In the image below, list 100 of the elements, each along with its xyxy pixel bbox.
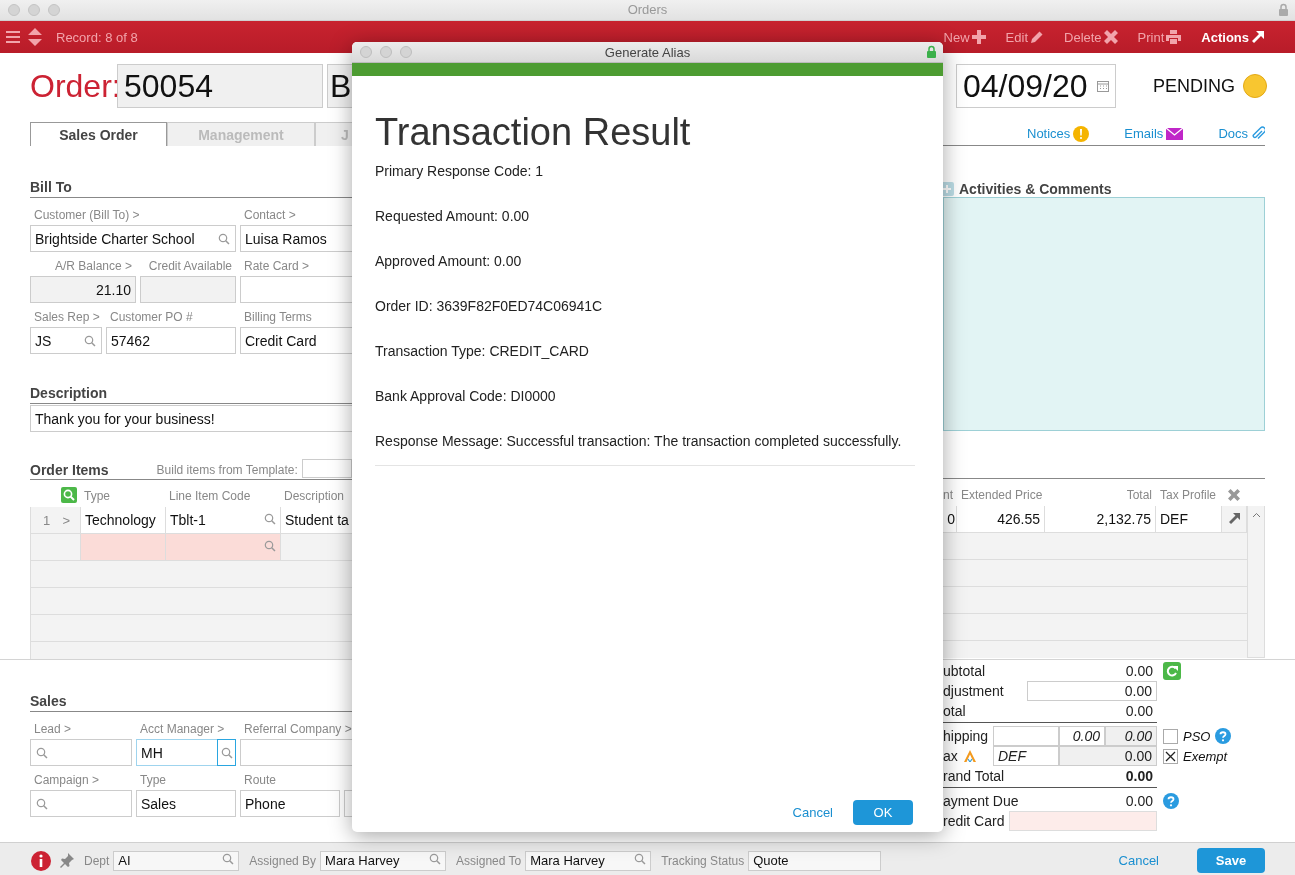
text-field[interactable]: Phone	[240, 790, 340, 817]
text-field[interactable]: MH	[136, 739, 236, 766]
total-label: djustment	[943, 683, 1005, 699]
chevron-up-icon[interactable]	[1251, 512, 1261, 518]
cancel-link[interactable]: Cancel	[792, 805, 833, 820]
tax-profile-field[interactable]: DEF	[993, 746, 1059, 766]
search-icon[interactable]	[35, 796, 49, 811]
table-cell: Student ta	[281, 507, 352, 533]
calendar-icon[interactable]	[1097, 80, 1109, 92]
text-field[interactable]	[30, 739, 132, 766]
checkbox[interactable]	[1163, 748, 1178, 764]
pin-icon[interactable]	[59, 853, 74, 868]
field-label: A/R Balance >	[53, 259, 133, 273]
template-field[interactable]	[301, 458, 352, 478]
text-field[interactable]: Credit Card	[240, 327, 352, 354]
window-title: Orders	[627, 2, 668, 17]
text-field[interactable]: 21.10	[30, 276, 136, 303]
result-line: Primary Response Code: 1	[375, 163, 544, 179]
checkbox[interactable]	[1163, 728, 1178, 744]
text-field[interactable]: Sales	[136, 790, 236, 817]
arrow-icon[interactable]	[1228, 513, 1240, 525]
column-header: Tax Profile	[1159, 488, 1218, 502]
text-field[interactable]: Brightside Charter School	[30, 225, 236, 252]
credit-card-field[interactable]	[1009, 811, 1157, 831]
table-cell[interactable]	[166, 534, 281, 560]
menu-icon[interactable]	[6, 31, 20, 43]
order-number-field[interactable]: 50054	[117, 64, 323, 108]
field-label: Referral Company >	[243, 722, 352, 736]
text-field[interactable]: Luisa Ramos	[240, 225, 352, 252]
status-dot	[1243, 74, 1267, 98]
tab[interactable]: Sales Order	[30, 122, 167, 146]
field-label: Dept	[84, 853, 110, 868]
arrow-icon	[1251, 30, 1265, 44]
total-label: redit Card	[943, 813, 1006, 829]
x-icon[interactable]	[1228, 489, 1240, 501]
text-field[interactable]	[30, 790, 132, 817]
result-line: Bank Approval Code: DI0000	[375, 388, 556, 404]
result-line: Requested Amount: 0.00	[375, 208, 530, 224]
info-icon[interactable]	[31, 850, 51, 871]
minimize-button[interactable]	[380, 46, 392, 58]
docs-link[interactable]: Docs	[1218, 126, 1265, 141]
close-button[interactable]	[360, 46, 372, 58]
section-heading: Description	[30, 385, 352, 404]
adjustment-field[interactable]: 0.00	[1027, 681, 1157, 701]
shipping-field[interactable]: 0.00	[1059, 726, 1105, 746]
close-button[interactable]	[8, 4, 20, 16]
field-label: Campaign >	[33, 773, 101, 787]
field-label: Acct Manager >	[139, 722, 226, 736]
notices-link[interactable]: Notices	[1027, 125, 1090, 142]
column-header: Extended Price	[960, 488, 1044, 502]
emails-link[interactable]: Emails	[1124, 126, 1184, 141]
search-icon[interactable]	[217, 231, 231, 246]
search-icon[interactable]	[61, 486, 77, 503]
table-cell: Tblt-1	[166, 507, 281, 533]
search-icon[interactable]	[217, 739, 236, 766]
help-icon[interactable]	[1215, 728, 1232, 744]
table-cell: 0	[943, 506, 957, 532]
total-label: ax	[943, 748, 958, 764]
zoom-button[interactable]	[400, 46, 412, 58]
text-field[interactable]: Mara Harvey	[320, 850, 447, 871]
table-cell[interactable]	[81, 534, 166, 560]
text-field[interactable]: B	[327, 64, 352, 108]
field-label: Assigned By	[249, 853, 317, 868]
total-value: 0.00	[1125, 702, 1154, 719]
search-icon[interactable]	[35, 745, 49, 760]
text-field[interactable]: Mara Harvey	[525, 850, 652, 871]
help-icon[interactable]	[1163, 793, 1179, 809]
refresh-icon[interactable]	[1163, 662, 1181, 680]
text-field[interactable]: AI	[113, 850, 240, 871]
minimize-button[interactable]	[28, 4, 40, 16]
date-field[interactable]: 04/09/20	[956, 64, 1116, 108]
up-down-icon[interactable]	[28, 28, 42, 46]
total-value: 0.00	[1059, 746, 1157, 766]
column-header: Line Item Code	[168, 489, 252, 503]
text-field[interactable]	[240, 276, 352, 303]
result-line: Transaction Type: CREDIT_CARD	[375, 343, 589, 359]
total-value: 0.00	[1125, 793, 1154, 809]
triangle-icon	[963, 750, 976, 762]
text-field[interactable]: Quote	[748, 850, 882, 871]
dialog-heading: Transaction Result	[375, 110, 692, 154]
envelope-icon	[1166, 127, 1184, 140]
text-field[interactable]	[140, 276, 236, 303]
zoom-button[interactable]	[48, 4, 60, 16]
result-line: Response Message: Successful transaction: The transaction completed successfully.	[375, 433, 902, 449]
table-cell: 2,132.75	[1045, 506, 1156, 532]
column-header: Type	[83, 489, 111, 503]
total-label: ubtotal	[943, 663, 987, 679]
section-heading: Activities & Comments	[959, 180, 1112, 197]
field-label: Sales Rep >	[33, 310, 101, 324]
actions-button[interactable]: Actions	[1201, 29, 1265, 45]
field-label: Tracking Status	[661, 853, 745, 868]
text-field[interactable]	[240, 739, 352, 766]
shipping-field[interactable]	[993, 726, 1059, 746]
lock-icon	[926, 45, 937, 58]
text-field[interactable]: JS	[30, 327, 102, 354]
search-icon[interactable]	[83, 333, 97, 348]
text-field[interactable]: Thank you for your business!	[30, 405, 352, 432]
total-value: 0.00	[1125, 767, 1154, 784]
table-cell: Technology	[81, 507, 166, 533]
text-field[interactable]: 57462	[106, 327, 236, 354]
